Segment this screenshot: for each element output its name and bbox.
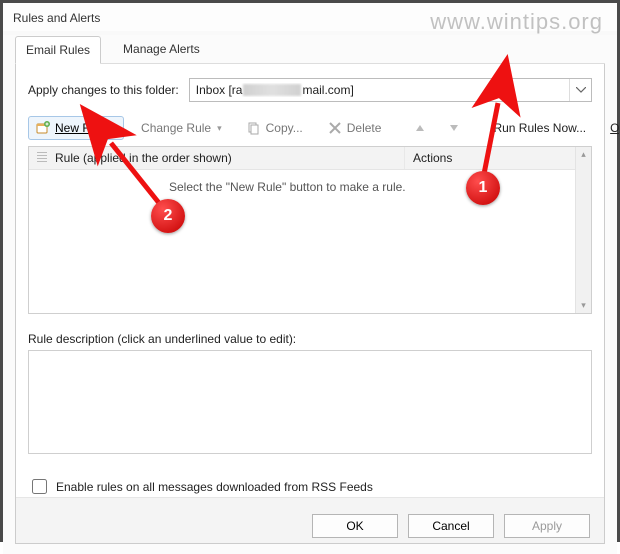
- folder-combobox-value: Inbox [ramail.com]: [190, 83, 569, 97]
- rules-list-header: Rule (applied in the order shown) Action…: [29, 147, 591, 170]
- run-rules-now-button[interactable]: Run Rules Now...: [486, 117, 593, 139]
- tab-panel: Apply changes to this folder: Inbox [ram…: [15, 64, 605, 544]
- move-up-button[interactable]: [408, 119, 432, 137]
- rule-description-box: [28, 350, 592, 454]
- vertical-scrollbar[interactable]: ▴ ▾: [575, 147, 591, 313]
- rules-list-body: Select the "New Rule" button to make a r…: [29, 170, 591, 313]
- dialog-window: Rules and Alerts www.wintips.org Email R…: [0, 0, 620, 542]
- copy-button[interactable]: Copy...: [239, 116, 310, 140]
- column-header-actions[interactable]: Actions: [405, 147, 591, 169]
- delete-button[interactable]: Delete: [320, 116, 389, 140]
- options-button[interactable]: Options: [603, 117, 620, 139]
- folder-selector-row: Apply changes to this folder: Inbox [ram…: [28, 78, 592, 102]
- grip-icon: [37, 152, 47, 164]
- scroll-up-icon: ▴: [581, 149, 586, 160]
- rss-checkbox[interactable]: [32, 479, 47, 494]
- tab-email-rules[interactable]: Email Rules: [15, 36, 101, 64]
- cancel-button[interactable]: Cancel: [408, 514, 494, 538]
- new-rule-icon: [35, 120, 51, 136]
- triangle-down-icon: [449, 123, 459, 133]
- window-title: Rules and Alerts: [3, 3, 617, 31]
- rss-checkbox-label: Enable rules on all messages downloaded …: [56, 480, 373, 494]
- tab-strip: Email Rules Manage Alerts: [15, 35, 605, 64]
- scroll-down-icon: ▾: [581, 300, 586, 311]
- rss-checkbox-row: Enable rules on all messages downloaded …: [28, 476, 592, 497]
- triangle-up-icon: [415, 123, 425, 133]
- delete-icon: [327, 120, 343, 136]
- apply-button[interactable]: Apply: [504, 514, 590, 538]
- ok-button[interactable]: OK: [312, 514, 398, 538]
- move-down-button[interactable]: [442, 119, 466, 137]
- chevron-down-icon: ▾: [217, 123, 222, 134]
- new-rule-button[interactable]: New Rule...: [28, 116, 124, 140]
- redacted-text: [243, 84, 301, 96]
- empty-rules-message: Select the "New Rule" button to make a r…: [29, 170, 591, 194]
- folder-label: Apply changes to this folder:: [28, 83, 179, 97]
- change-rule-button[interactable]: Change Rule▾: [134, 117, 229, 139]
- rules-list: Rule (applied in the order shown) Action…: [28, 146, 592, 314]
- rule-description-label: Rule description (click an underlined va…: [28, 332, 592, 346]
- folder-combobox[interactable]: Inbox [ramail.com]: [189, 78, 592, 102]
- column-header-rule[interactable]: Rule (applied in the order shown): [29, 147, 405, 169]
- chevron-down-icon[interactable]: [569, 79, 591, 101]
- dialog-content: Email Rules Manage Alerts Apply changes …: [3, 35, 617, 554]
- tab-manage-alerts[interactable]: Manage Alerts: [113, 36, 210, 64]
- toolbar: New Rule... Change Rule▾ Copy... Delete: [28, 114, 592, 146]
- dialog-button-bar: OK Cancel Apply: [16, 497, 604, 543]
- copy-icon: [246, 120, 262, 136]
